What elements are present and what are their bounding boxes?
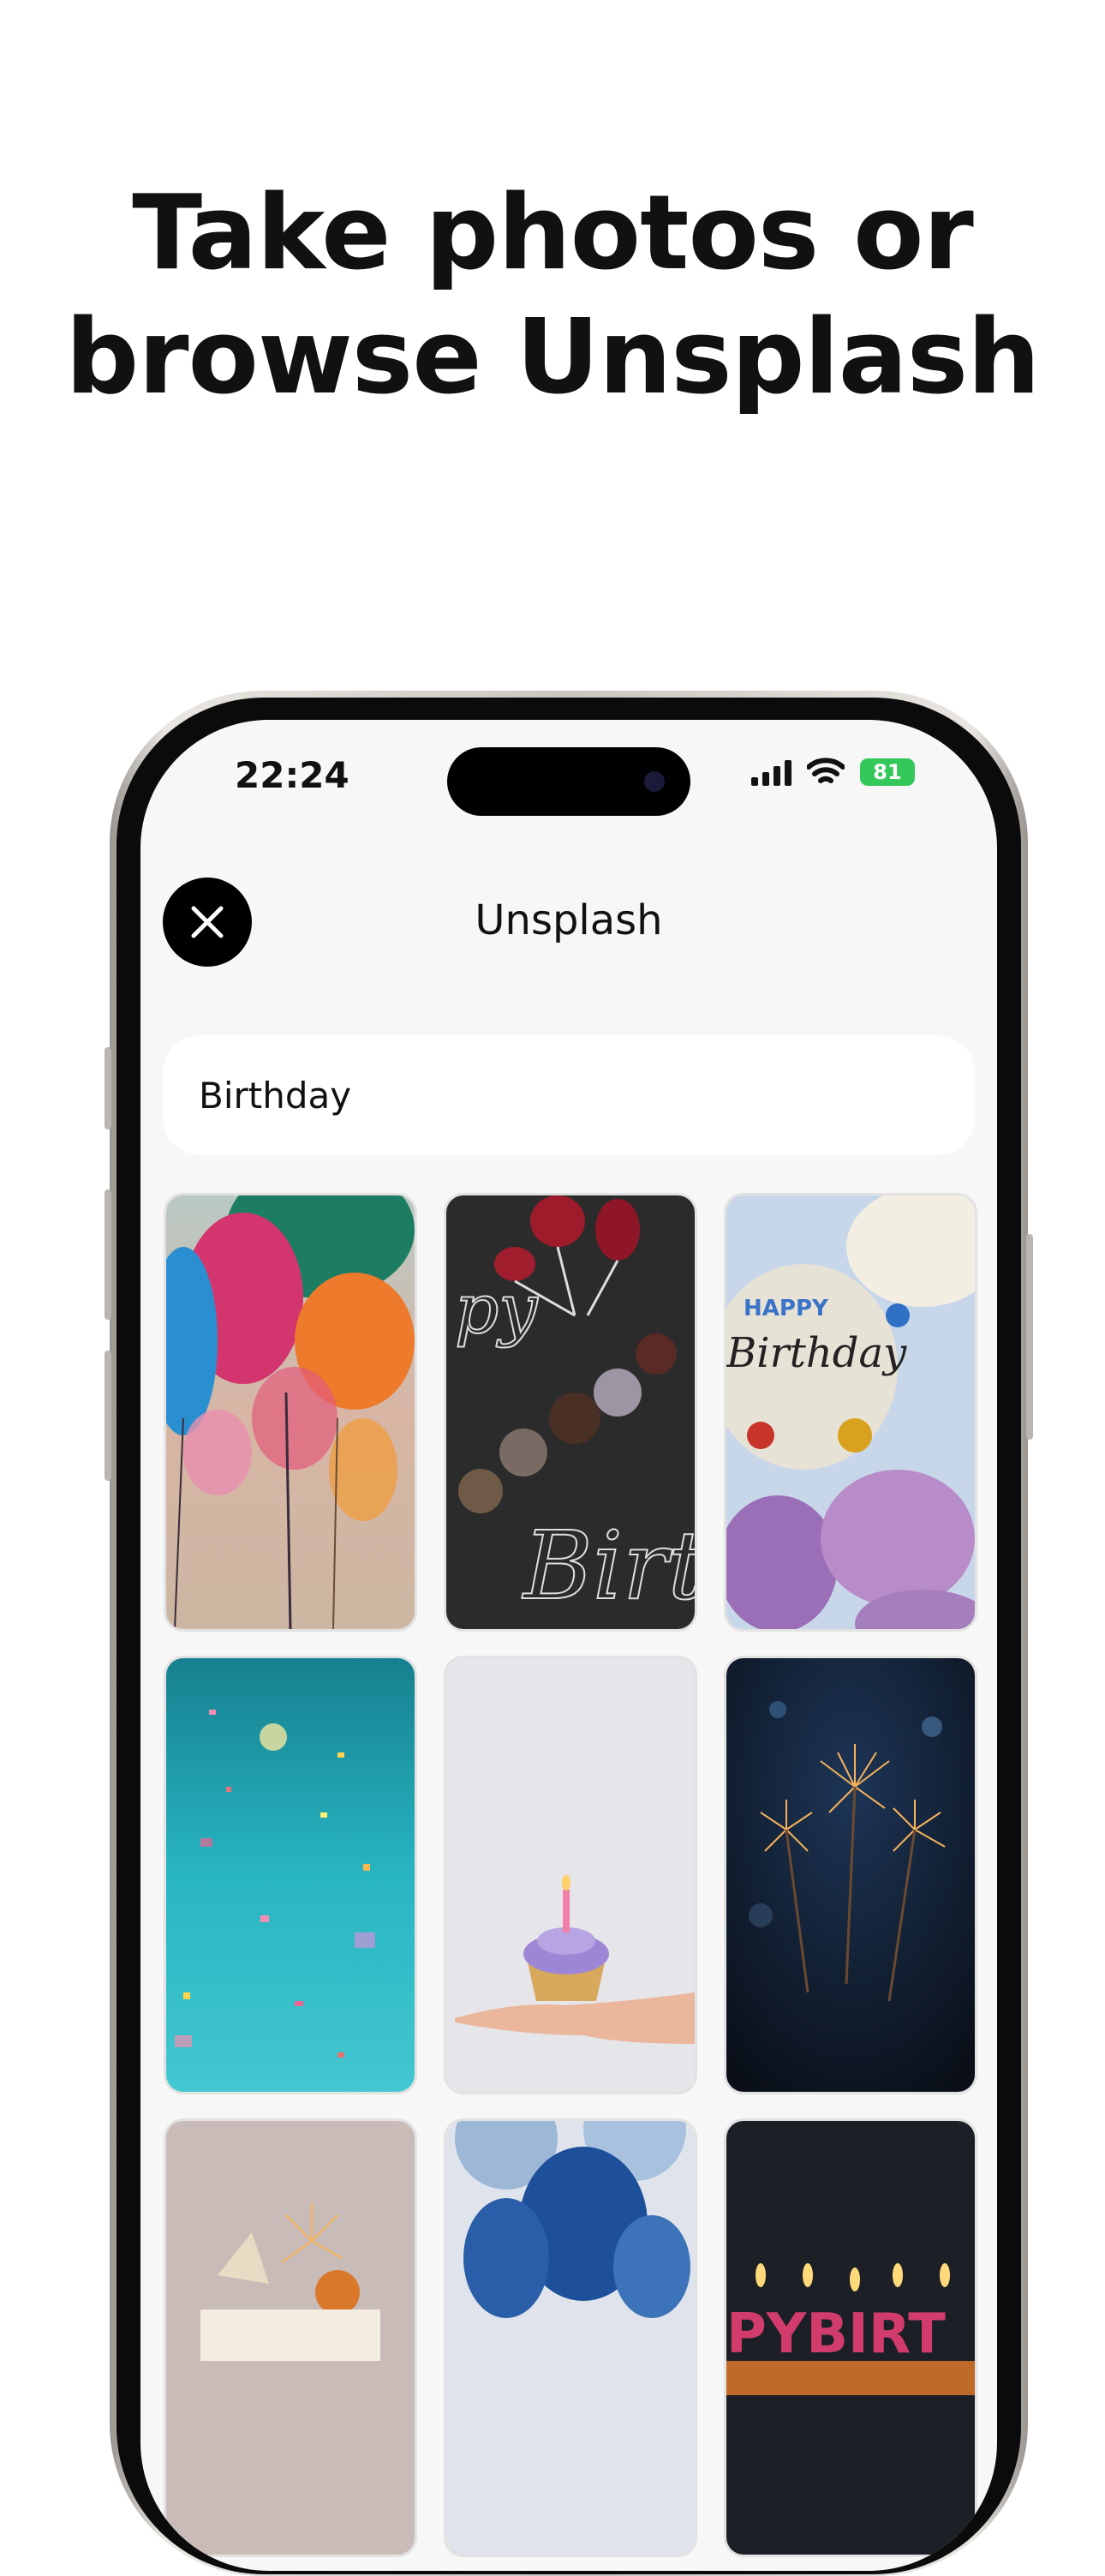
candle-letters: PYBIRT <box>726 2303 946 2366</box>
photo-image <box>446 2121 695 2555</box>
search-input[interactable]: Birthday <box>163 1035 975 1155</box>
photo-tile-balloons[interactable] <box>166 1195 415 1629</box>
volume-down-button <box>105 1351 111 1481</box>
headline: Take photos or browse Unsplash <box>0 171 1105 420</box>
photo-image: PYBIRT <box>726 2121 975 2555</box>
battery-icon: 81 <box>860 758 915 786</box>
photo-image: py Birth <box>446 1195 695 1629</box>
photo-image <box>446 1658 695 2092</box>
volume-up-button <box>105 1189 111 1320</box>
photo-tile-sparklers[interactable] <box>726 1658 975 2092</box>
balloon-text-1: HAPPY <box>744 1296 829 1321</box>
photo-tile-candles[interactable]: PYBIRT <box>726 2121 975 2555</box>
status-time: 22:24 <box>235 754 349 796</box>
nav-title: Unsplash <box>475 896 663 944</box>
search-value: Birthday <box>199 1074 352 1117</box>
chalk-text-left: py <box>455 1269 539 1349</box>
photo-image <box>166 2121 415 2555</box>
photo-image <box>166 1195 415 1629</box>
photo-image <box>726 1658 975 2092</box>
headline-line-1: Take photos or <box>132 174 974 293</box>
cellular-signal-icon <box>751 758 791 786</box>
wifi-icon <box>807 758 845 783</box>
balloon-text-2: Birthday <box>726 1329 907 1377</box>
action-button <box>105 1047 111 1129</box>
chalk-text-bottom: Birth <box>522 1511 695 1620</box>
photo-image <box>166 1658 415 2092</box>
power-button <box>1026 1234 1033 1440</box>
status-icons: 81 <box>751 758 915 787</box>
battery-level: 81 <box>873 760 902 784</box>
dynamic-island <box>447 747 690 816</box>
phone-screen: 22:24 81 Unsplash Birthday py Bir HAPPY … <box>140 720 997 2571</box>
headline-line-2: browse Unsplash <box>65 298 1040 417</box>
photo-tile-chalkboard[interactable]: py Birth <box>446 1195 695 1629</box>
photo-tile-confetti[interactable] <box>166 1658 415 2092</box>
photo-tile-cupcake[interactable] <box>446 1658 695 2092</box>
photo-tile-cake-sparkler[interactable] <box>166 2121 415 2555</box>
photo-tile-birthday-balloon[interactable]: HAPPY Birthday <box>726 1195 975 1629</box>
photo-image: HAPPY Birthday <box>726 1195 975 1629</box>
photo-tile-blue-balloons[interactable] <box>446 2121 695 2555</box>
